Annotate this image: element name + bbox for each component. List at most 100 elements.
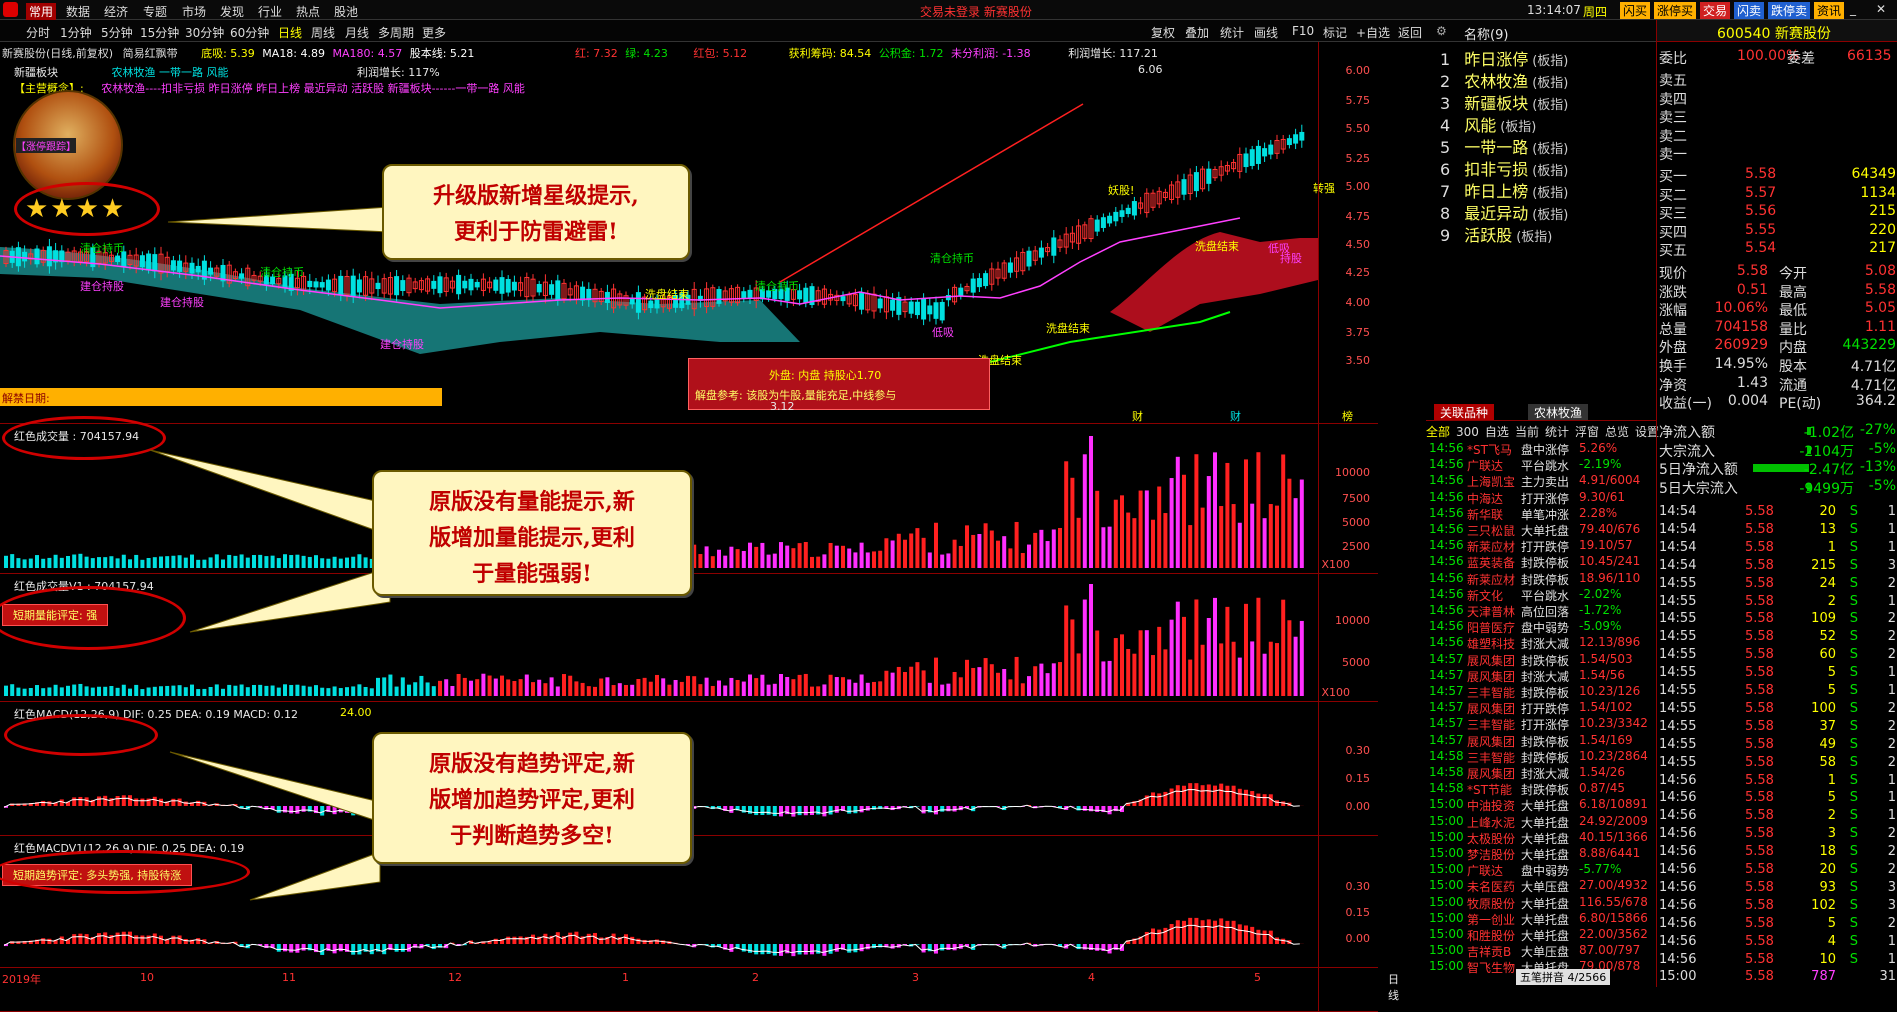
ask-row[interactable]: 卖三	[1657, 107, 1897, 125]
period-1min[interactable]: 1分钟	[60, 24, 92, 41]
app-logo-icon[interactable]	[3, 2, 18, 17]
alert-row[interactable]: 15:00 太极股份 大单托盘 40.15/1366	[1429, 830, 1655, 846]
chart-area[interactable]: 新赛股份(日线,前复权) 简易红飘带 底吸: 5.39 MA18: 4.89 M…	[0, 42, 1378, 987]
period-minute[interactable]: 分时	[26, 24, 50, 41]
alert-row[interactable]: 14:56 新华联 单笔冲涨 2.28%	[1429, 506, 1655, 522]
alert-row[interactable]: 14:56 *ST飞马 盘中涨停 5.26%	[1429, 441, 1655, 457]
alert-row[interactable]: 14:56 三只松鼠 大单托盘 79.40/676	[1429, 522, 1655, 538]
alert-filter-tab[interactable]: 全部	[1426, 425, 1450, 439]
alert-row[interactable]: 14:56 中海达 打开涨停 9.30/61	[1429, 490, 1655, 506]
alert-row[interactable]: 15:00 和胜股份 大单托盘 22.00/3562	[1429, 927, 1655, 943]
bid-row[interactable]: 买一 5.58 64349	[1657, 166, 1897, 184]
plate-item[interactable]: 8最近异动(板指)	[1440, 200, 1568, 224]
period-15min[interactable]: 15分钟	[140, 24, 179, 41]
ask-row[interactable]: 卖一	[1657, 144, 1897, 162]
period-monthly[interactable]: 月线	[345, 24, 369, 41]
alert-row[interactable]: 14:56 雄塑科技 封涨大减 12.13/896	[1429, 635, 1655, 651]
menu-item-topic[interactable]: 专题	[143, 3, 167, 20]
plate-item[interactable]: 9活跃股(板指)	[1440, 222, 1552, 246]
menu-item-economy[interactable]: 经济	[104, 3, 128, 20]
alert-filter-tab[interactable]: 自选	[1485, 425, 1509, 439]
bid-row[interactable]: 买四 5.55 220	[1657, 222, 1897, 240]
menu-item-stockpool[interactable]: 股池	[334, 3, 358, 20]
restore-rights-button[interactable]: 复权	[1151, 24, 1175, 41]
mark-button[interactable]: 标记	[1323, 24, 1347, 41]
draw-line-button[interactable]: 画线	[1254, 24, 1278, 41]
limit-up-buy-button[interactable]: 涨停买	[1654, 2, 1696, 19]
alert-row[interactable]: 14:58 展风集团 封涨大减 1.54/26	[1429, 765, 1655, 781]
period-multi[interactable]: 多周期	[378, 24, 414, 41]
menu-item-common[interactable]: 常用	[26, 3, 56, 20]
trade-price: 5.58	[1745, 844, 1774, 859]
alert-row[interactable]: 14:56 阳普医疗 盘中弱势 -5.09%	[1429, 619, 1655, 635]
alert-filter-tab[interactable]: 浮窗	[1575, 425, 1599, 439]
bid-row[interactable]: 买五 5.54 217	[1657, 240, 1897, 258]
plate-item[interactable]: 7昨日上榜(板指)	[1440, 178, 1568, 202]
alert-row[interactable]: 14:56 新莱应材 打开跌停 19.10/57	[1429, 538, 1655, 554]
f10-button[interactable]: F10	[1292, 24, 1314, 38]
overlay-button[interactable]: 叠加	[1185, 24, 1209, 41]
alert-row[interactable]: 14:57 展风集团 封跌停板 1.54/169	[1429, 733, 1655, 749]
alert-row[interactable]: 15:00 上峰水泥 大单托盘 24.92/2009	[1429, 814, 1655, 830]
add-watchlist-button[interactable]: +自选	[1356, 24, 1390, 41]
alert-row[interactable]: 14:56 上海凯宝 主力卖出 4.91/6004	[1429, 473, 1655, 489]
alert-row[interactable]: 15:00 未名医药 大单压盘 27.00/4932	[1429, 878, 1655, 894]
stats-button[interactable]: 统计	[1220, 24, 1244, 41]
ask-row[interactable]: 卖二	[1657, 126, 1897, 144]
menu-item-industry[interactable]: 行业	[258, 3, 282, 20]
ask-row[interactable]: 卖四	[1657, 89, 1897, 107]
plate-item[interactable]: 1昨日涨停(板指)	[1440, 46, 1568, 70]
minimize-icon[interactable]: _	[1850, 2, 1856, 16]
alert-row[interactable]: 15:00 吉祥贡B 大单压盘 87.00/797	[1429, 943, 1655, 959]
alert-row[interactable]: 14:58 *ST节能 封跌停板 0.87/45	[1429, 781, 1655, 797]
alert-filter-tab[interactable]: 当前	[1515, 425, 1539, 439]
alert-row[interactable]: 15:00 第一创业 大单托盘 6.80/15866	[1429, 911, 1655, 927]
ask-row[interactable]: 卖五	[1657, 70, 1897, 88]
news-button[interactable]: 资讯	[1814, 2, 1844, 19]
plate-item[interactable]: 4风能(板指)	[1440, 112, 1536, 136]
back-button[interactable]: 返回	[1398, 24, 1422, 41]
trade-button[interactable]: 交易	[1700, 2, 1730, 19]
period-60min[interactable]: 60分钟	[230, 24, 269, 41]
limit-down-sell-button[interactable]: 跌停卖	[1768, 2, 1810, 19]
quick-sell-button[interactable]: 闪卖	[1734, 2, 1764, 19]
alert-row[interactable]: 14:56 新莱应材 封跌停板 18.96/110	[1429, 571, 1655, 587]
period-daily[interactable]: 日线	[278, 24, 302, 41]
alert-row[interactable]: 14:56 广联达 平台跳水 -2.19%	[1429, 457, 1655, 473]
alert-row[interactable]: 15:00 广联达 盘中弱势 -5.77%	[1429, 862, 1655, 878]
bid-row[interactable]: 买二 5.57 1134	[1657, 185, 1897, 203]
alert-filter-tab[interactable]: 300	[1456, 425, 1479, 439]
period-more[interactable]: 更多	[422, 24, 446, 41]
tab-related[interactable]: 关联品种	[1434, 404, 1494, 421]
period-5min[interactable]: 5分钟	[101, 24, 133, 41]
alert-row[interactable]: 15:00 牧原股份 大单托盘 116.55/678	[1429, 895, 1655, 911]
plate-item[interactable]: 6扣非亏损(板指)	[1440, 156, 1568, 180]
period-30min[interactable]: 30分钟	[185, 24, 224, 41]
alert-row[interactable]: 14:57 三丰智能 封跌停板 10.23/126	[1429, 684, 1655, 700]
period-weekly[interactable]: 周线	[311, 24, 335, 41]
plate-item[interactable]: 5一带一路(板指)	[1440, 134, 1568, 158]
alert-row[interactable]: 15:00 梦洁股份 大单托盘 8.88/6441	[1429, 846, 1655, 862]
alert-row[interactable]: 14:56 蓝英装备 封跌停板 10.45/241	[1429, 554, 1655, 570]
bid-row[interactable]: 买三 5.56 215	[1657, 203, 1897, 221]
alert-row[interactable]: 14:57 三丰智能 打开涨停 10.23/3342	[1429, 716, 1655, 732]
menu-item-discover[interactable]: 发现	[220, 3, 244, 20]
alert-row[interactable]: 14:56 新文化 平台跳水 -2.02%	[1429, 587, 1655, 603]
close-icon[interactable]: ✕	[1876, 2, 1886, 16]
plate-item[interactable]: 3新疆板块(板指)	[1440, 90, 1568, 114]
alert-value: -5.09%	[1579, 619, 1621, 633]
alert-filter-tab[interactable]: 总览	[1605, 425, 1629, 439]
menu-item-market[interactable]: 市场	[182, 3, 206, 20]
menu-item-data[interactable]: 数据	[66, 3, 90, 20]
alert-row[interactable]: 14:58 三丰智能 封跌停板 10.23/2864	[1429, 749, 1655, 765]
alert-row[interactable]: 14:57 展风集团 封涨大减 1.54/56	[1429, 668, 1655, 684]
alert-filter-tab[interactable]: 统计	[1545, 425, 1569, 439]
alert-row[interactable]: 14:57 展风集团 封跌停板 1.54/503	[1429, 652, 1655, 668]
alert-row[interactable]: 14:57 展风集团 打开跌停 1.54/102	[1429, 700, 1655, 716]
plate-item[interactable]: 2农林牧渔(板指)	[1440, 68, 1568, 92]
alert-row[interactable]: 15:00 中油投资 大单托盘 6.18/10891	[1429, 797, 1655, 813]
quick-buy-button[interactable]: 闪买	[1620, 2, 1650, 19]
alert-row[interactable]: 14:56 天津普林 高位回落 -1.72%	[1429, 603, 1655, 619]
tab-agriculture[interactable]: 农林牧渔	[1528, 404, 1588, 421]
menu-item-hot[interactable]: 热点	[296, 3, 320, 20]
